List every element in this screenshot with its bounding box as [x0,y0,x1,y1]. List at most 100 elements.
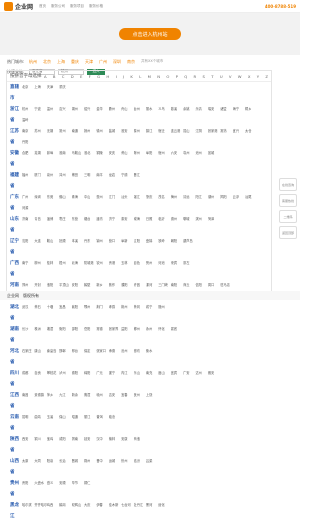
city-link[interactable]: 衡阳 [59,324,71,335]
hot-city-link[interactable]: 广州 [99,59,107,65]
city-link[interactable]: 临沂 [158,214,170,225]
city-link[interactable]: 青岛 [34,214,46,225]
city-link[interactable]: 清远 [183,192,195,203]
letter-link[interactable]: V [229,74,232,79]
city-link[interactable]: 云浮 [233,192,245,203]
city-link[interactable]: 漳州 [59,170,71,181]
city-link[interactable]: 无锡 [47,126,59,137]
city-link[interactable]: 榆林 [109,434,121,445]
city-link[interactable]: 宿迁 [158,126,170,137]
hot-city-link[interactable]: 杭州 [29,59,37,65]
city-link[interactable]: 蚌埠 [47,148,59,159]
city-link[interactable]: 枣庄 [59,214,71,225]
hot-city-link[interactable]: 上海 [57,59,65,65]
city-link[interactable]: 攀枝花 [47,368,59,379]
city-link[interactable]: 合肥 [22,148,34,159]
city-link[interactable]: 杭州 [22,104,34,115]
city-link[interactable]: 盐城 [109,126,121,137]
city-link[interactable]: 遵义 [47,478,59,489]
city-link[interactable]: 七台河 [121,500,133,511]
city-link[interactable]: 河池 [158,258,170,269]
city-link[interactable]: 临沧 [109,412,121,423]
city-link[interactable]: 秦皇岛 [47,346,59,357]
province-name[interactable]: 广东省 [10,192,22,214]
city-link[interactable]: 铜仁 [84,478,96,489]
city-link[interactable]: 衡水 [146,346,158,357]
city-link[interactable]: 北海 [72,258,84,269]
city-link[interactable]: 渭南 [72,434,84,445]
city-link[interactable]: 宁波 [34,104,46,115]
letter-link[interactable]: R [194,74,197,79]
city-link[interactable]: 舟山 [121,104,133,115]
city-link[interactable]: 驻马店 [220,280,232,291]
province-name[interactable]: 山西省 [10,456,22,478]
city-link[interactable]: 河源 [22,203,34,214]
city-link[interactable]: 普洱 [96,412,108,423]
city-link[interactable]: 牡丹江 [134,500,146,511]
hot-city-link[interactable]: 深圳 [113,59,121,65]
city-link[interactable]: 贺州 [146,258,158,269]
city-link[interactable]: 张家口 [96,346,108,357]
letter-link[interactable]: I [116,74,117,79]
city-link[interactable]: 德州 [171,214,183,225]
city-link[interactable]: 衢州 [109,104,121,115]
nav-item[interactable]: 服务价格 [89,4,103,9]
city-link[interactable]: 三明 [84,170,96,181]
city-link[interactable]: 开封 [34,280,46,291]
city-link[interactable]: 湖州 [72,104,84,115]
hot-city-link[interactable]: 天津 [85,59,93,65]
city-link[interactable]: 盘锦 [146,236,158,247]
city-link[interactable]: 丹东 [84,236,96,247]
city-link[interactable]: 福州 [22,170,34,181]
city-link[interactable]: 抚州 [134,390,146,401]
city-link[interactable]: 齐齐哈尔 [34,500,46,511]
city-link[interactable]: 内江 [121,368,133,379]
letter-link[interactable]: J [123,74,124,79]
city-link[interactable]: 昆山 [183,126,195,137]
letter-link[interactable]: F [89,74,91,79]
city-link[interactable]: 茂名 [158,192,170,203]
city-link[interactable]: 晋城 [72,456,84,467]
city-link[interactable]: 滨州 [195,214,207,225]
city-link[interactable]: 安顺 [59,478,71,489]
city-link[interactable]: 曲靖 [34,412,46,423]
city-link[interactable]: 梅州 [171,192,183,203]
city-link[interactable]: 黄山 [121,148,133,159]
city-link[interactable]: 崇左 [183,258,195,269]
city-link[interactable]: 瑞安 [208,104,220,115]
city-link[interactable]: 晋中 [96,456,108,467]
city-link[interactable]: 鸡西 [47,500,59,511]
city-link[interactable]: 岳阳 [84,324,96,335]
city-link[interactable]: 九江 [59,390,71,401]
city-link[interactable]: 上饶 [146,390,158,401]
city-link[interactable]: 平顶山 [59,280,71,291]
city-link[interactable]: 南宁 [22,258,34,269]
city-link[interactable]: 信阳 [195,280,207,291]
city-link[interactable]: 怀化 [158,324,170,335]
city-link[interactable]: 铁岭 [158,236,170,247]
city-link[interactable]: 襄阳 [72,302,84,313]
city-link[interactable]: 郴州 [134,324,146,335]
city-link[interactable]: 防城港 [84,258,96,269]
city-link[interactable]: 黄石 [34,302,46,313]
city-link[interactable]: 唐山 [34,346,46,357]
letter-link[interactable]: O [166,74,169,79]
city-link[interactable]: 阳江 [195,192,207,203]
province-name[interactable]: 贵州省 [10,478,22,500]
city-link[interactable]: 湛江 [134,192,146,203]
city-link[interactable]: 双鸭山 [72,500,84,511]
city-link[interactable]: 宜昌 [59,302,71,313]
city-link[interactable]: 黄冈 [134,302,146,313]
city-link[interactable]: 石家庄 [22,346,34,357]
city-link[interactable]: 咸阳 [59,434,71,445]
city-link[interactable]: 长沙 [22,324,34,335]
city-link[interactable]: 萍乡 [47,390,59,401]
city-link[interactable]: 运城 [109,456,121,467]
city-link[interactable]: 济南 [22,214,34,225]
city-link[interactable]: 绥化 [158,500,170,511]
letter-link[interactable]: M [148,74,151,79]
city-link[interactable]: 大同 [34,456,46,467]
city-link[interactable]: 宝鸡 [47,434,59,445]
city-link[interactable]: 苏州 [34,126,46,137]
city-link[interactable]: 珠海 [72,192,84,203]
